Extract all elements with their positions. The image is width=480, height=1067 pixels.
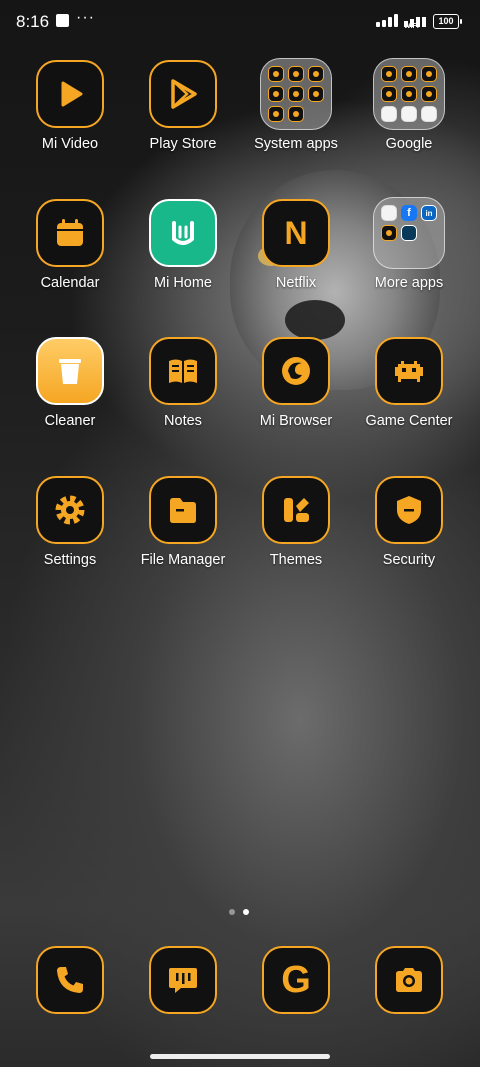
- dock-messages[interactable]: [128, 946, 238, 1014]
- google-glyph: G: [281, 958, 311, 1001]
- app-security[interactable]: Security: [354, 476, 464, 568]
- book-icon: [149, 337, 217, 405]
- play-icon: [36, 60, 104, 128]
- folder-more-apps[interactable]: f in More apps: [354, 197, 464, 291]
- netflix-glyph: N: [284, 214, 308, 251]
- app-notes[interactable]: Notes: [128, 337, 238, 429]
- home-gesture-bar[interactable]: [150, 1054, 330, 1059]
- app-settings[interactable]: Settings: [15, 476, 125, 568]
- app-game-center[interactable]: Game Center: [354, 337, 464, 429]
- app-label: Mi Browser: [259, 413, 333, 429]
- google-icon: G: [262, 946, 330, 1014]
- mi-home-icon: [149, 199, 217, 267]
- folder-icon: f in: [373, 197, 445, 269]
- app-label: Game Center: [365, 413, 453, 429]
- trash-icon: [36, 337, 104, 405]
- app-calendar[interactable]: Calendar: [15, 199, 125, 291]
- app-play-store[interactable]: Play Store: [128, 60, 238, 152]
- app-label: Mi Video: [41, 136, 99, 152]
- browser-icon: [262, 337, 330, 405]
- play-store-icon: [149, 60, 217, 128]
- folder-file-icon: [149, 476, 217, 544]
- space-invader-icon: [375, 337, 443, 405]
- app-label: Themes: [269, 552, 323, 568]
- app-label: Netflix: [275, 275, 317, 291]
- folder-icon: [260, 58, 332, 130]
- battery-icon: 100: [433, 14, 462, 29]
- app-label: System apps: [254, 136, 338, 152]
- folder-icon: [373, 58, 445, 130]
- clock: 8:16: [16, 12, 50, 31]
- app-cleaner[interactable]: Cleaner: [15, 337, 125, 429]
- app-label: Cleaner: [44, 413, 96, 429]
- shield-icon: [375, 476, 443, 544]
- folder-google[interactable]: Google: [354, 58, 464, 152]
- wallpaper-nose: [285, 300, 345, 340]
- app-file-manager[interactable]: File Manager: [128, 476, 238, 568]
- dock-camera[interactable]: [354, 946, 464, 1014]
- app-mi-video[interactable]: Mi Video: [15, 60, 125, 152]
- netflix-icon: N: [262, 199, 330, 267]
- phone-icon: [36, 946, 104, 1014]
- app-label: Notes: [164, 413, 202, 429]
- page-dot-active: [243, 909, 249, 915]
- themes-icon: [262, 476, 330, 544]
- folder-system-apps[interactable]: System apps: [241, 58, 351, 152]
- message-icon: [149, 946, 217, 1014]
- app-netflix[interactable]: N Netflix: [241, 199, 351, 291]
- app-label: Settings: [43, 552, 97, 568]
- notification-icon: [56, 14, 69, 27]
- wifi-label: WIFI: [404, 23, 419, 30]
- app-label: File Manager: [140, 552, 226, 568]
- page-indicator[interactable]: [229, 909, 249, 915]
- app-mi-browser[interactable]: Mi Browser: [241, 337, 351, 429]
- dock-phone[interactable]: [15, 946, 125, 1014]
- gear-icon: [36, 476, 104, 544]
- page-dot: [229, 909, 235, 915]
- app-themes[interactable]: Themes: [241, 476, 351, 568]
- app-label: More apps: [374, 275, 444, 291]
- camera-icon: [375, 946, 443, 1014]
- app-label: Google: [385, 136, 433, 152]
- signal-icon: [376, 14, 398, 27]
- app-label: Calendar: [40, 275, 100, 291]
- more-notifications-icon: ···: [76, 9, 95, 26]
- status-bar: 8:16 ··· WIFI 100: [0, 0, 480, 44]
- app-label: Play Store: [149, 136, 217, 152]
- app-label: Security: [382, 552, 436, 568]
- calendar-icon: [36, 199, 104, 267]
- app-label: Mi Home: [153, 275, 212, 291]
- app-mi-home[interactable]: Mi Home: [128, 199, 238, 291]
- dock-google[interactable]: G: [241, 946, 351, 1014]
